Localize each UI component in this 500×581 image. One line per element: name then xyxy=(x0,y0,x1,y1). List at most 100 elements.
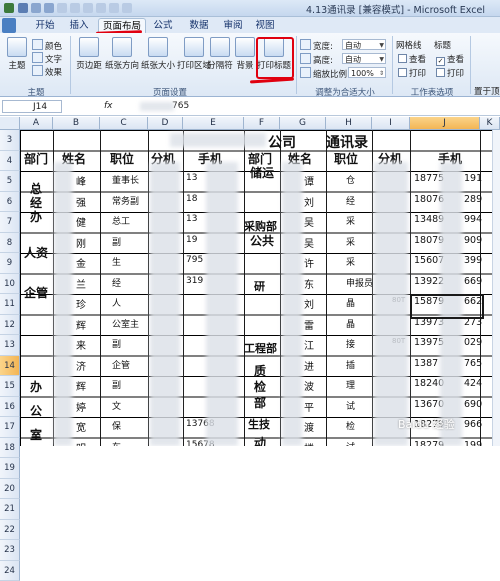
position-right-cell: 插 xyxy=(346,358,355,371)
tab-review[interactable]: 审阅 xyxy=(218,18,248,33)
tab-view[interactable]: 视图 xyxy=(250,18,280,33)
height-value: 自动 xyxy=(345,55,361,64)
themes-button[interactable]: 主题 xyxy=(4,37,30,71)
col-header-g[interactable]: G xyxy=(280,117,326,130)
headings-view-checkbox[interactable]: ✓查看 xyxy=(436,53,464,66)
redaction-blur xyxy=(150,162,180,446)
row-header-19[interactable]: 19 xyxy=(0,458,20,479)
col-header-i[interactable]: I xyxy=(372,117,410,130)
select-all-corner[interactable] xyxy=(0,117,20,130)
col-header-h[interactable]: H xyxy=(326,117,372,130)
position-left-cell: 文 xyxy=(112,399,121,412)
row-header-20[interactable]: 20 xyxy=(0,479,20,500)
col-header-b[interactable]: B xyxy=(53,117,100,130)
row-header-4[interactable]: 4 xyxy=(0,151,20,172)
chart-icon[interactable] xyxy=(109,3,119,13)
scale-spinner[interactable]: 100%⇕ xyxy=(348,67,386,78)
excel-logo-icon[interactable] xyxy=(4,3,14,13)
col-header-k[interactable]: K xyxy=(480,117,500,130)
col-header-f[interactable]: F xyxy=(244,117,280,130)
gridlines-view-checkbox[interactable]: 查看 xyxy=(398,53,426,65)
scale-label-row: 缩放比例: xyxy=(300,67,350,80)
group-separator xyxy=(470,36,471,94)
worksheet-grid[interactable]: 公司 通讯录 部门 姓名 职位 分机 手机 部门 姓名 职位 分机 手机 总 经… xyxy=(20,130,500,446)
position-right-cell: 检 xyxy=(346,419,355,432)
mobile-right-prefix: 1387 xyxy=(414,358,438,369)
sheet-options-group-label: 工作表选项 xyxy=(400,86,464,98)
checkbox-icon xyxy=(436,68,445,77)
width-dropdown[interactable]: 自动▼ xyxy=(342,39,386,50)
mobile-right-suffix: 289 xyxy=(464,194,482,205)
mobile-right-suffix: 690 xyxy=(464,399,482,410)
dept-motion: 动 xyxy=(254,434,266,446)
row-header-6[interactable]: 6 xyxy=(0,192,20,213)
row-header-17[interactable]: 17 xyxy=(0,417,20,438)
customize-icon[interactable] xyxy=(122,3,132,13)
col-header-a[interactable]: A xyxy=(20,117,53,130)
vertical-scrollbar[interactable] xyxy=(492,130,500,446)
quick-print-icon[interactable] xyxy=(70,3,80,13)
row-header-15[interactable]: 15 xyxy=(0,376,20,397)
row-header-10[interactable]: 10 xyxy=(0,274,20,295)
fx-icon[interactable]: fx xyxy=(104,101,113,111)
row-header-12[interactable]: 12 xyxy=(0,315,20,336)
mobile-right-suffix: 669 xyxy=(464,276,482,287)
row-header-8[interactable]: 8 xyxy=(0,233,20,254)
row-header-14[interactable]: 14 xyxy=(0,356,20,377)
col-header-j[interactable]: J xyxy=(410,117,480,130)
save-icon[interactable] xyxy=(18,3,28,13)
orientation-button[interactable]: 纸张方向 xyxy=(104,37,140,71)
row-header-22[interactable]: 22 xyxy=(0,520,20,541)
dept-public: 公共 xyxy=(250,232,274,249)
formula-input[interactable]: 765 xyxy=(172,101,189,111)
gridlines-header: 网格线 xyxy=(396,39,422,51)
tab-insert[interactable]: 插入 xyxy=(64,18,94,33)
name-box[interactable]: J14 xyxy=(2,100,62,113)
margins-button[interactable]: 页边距 xyxy=(74,37,104,71)
title-contacts: 通讯录 xyxy=(326,132,368,152)
group-separator xyxy=(70,36,71,94)
row-header-16[interactable]: 16 xyxy=(0,397,20,418)
row-header-24[interactable]: 24 xyxy=(0,561,20,581)
tab-home[interactable]: 开始 xyxy=(30,18,60,33)
theme-effects-button[interactable]: 效果 xyxy=(32,65,62,78)
col-header-d[interactable]: D xyxy=(148,117,183,130)
theme-colors-button[interactable]: 颜色 xyxy=(32,39,62,52)
theme-group-label: 主题 xyxy=(10,86,62,98)
position-left-cell: 副 xyxy=(112,337,121,350)
tab-data[interactable]: 数据 xyxy=(184,18,214,33)
headings-print-checkbox[interactable]: 打印 xyxy=(436,67,464,79)
row-header-9[interactable]: 9 xyxy=(0,253,20,274)
row-header-3[interactable]: 3 xyxy=(0,130,20,151)
office-button[interactable] xyxy=(2,18,16,33)
row-header-21[interactable]: 21 xyxy=(0,499,20,520)
position-right-cell: 申报员 xyxy=(346,276,373,289)
size-button[interactable]: 纸张大小 xyxy=(140,37,176,71)
row-header-5[interactable]: 5 xyxy=(0,171,20,192)
col-header-c[interactable]: C xyxy=(100,117,148,130)
col-header-e[interactable]: E xyxy=(183,117,244,130)
redo-icon[interactable] xyxy=(44,3,54,13)
selected-cell-j14[interactable] xyxy=(410,294,484,319)
theme-fonts-button[interactable]: 文字 xyxy=(32,52,62,65)
undo-icon[interactable] xyxy=(31,3,41,13)
row-header-18[interactable]: 18 xyxy=(0,438,20,459)
print-preview-icon[interactable] xyxy=(57,3,67,13)
row-header-23[interactable]: 23 xyxy=(0,540,20,561)
spell-check-icon[interactable] xyxy=(83,3,93,13)
orientation-icon xyxy=(112,37,132,57)
tab-formulas[interactable]: 公式 xyxy=(148,18,178,33)
row-header-11[interactable]: 11 xyxy=(0,294,20,315)
bring-to-front-button[interactable]: 置于顶层 xyxy=(474,85,500,97)
sort-icon[interactable] xyxy=(96,3,106,13)
row-header-7[interactable]: 7 xyxy=(0,212,20,233)
position-left-cell: 总工 xyxy=(112,214,130,227)
dept-engineering: 工程部 xyxy=(244,340,277,356)
background-button[interactable]: 背景 xyxy=(234,37,256,71)
dept-storage: 储运 xyxy=(250,164,274,181)
row-header-13[interactable]: 13 xyxy=(0,335,20,356)
height-dropdown[interactable]: 自动▼ xyxy=(342,53,386,64)
gridlines-print-checkbox[interactable]: 打印 xyxy=(398,67,426,79)
window-title: 4.13通讯录 [兼容模式] - Microsoft Excel xyxy=(306,2,485,16)
breaks-button[interactable]: 分隔符 xyxy=(204,37,236,71)
